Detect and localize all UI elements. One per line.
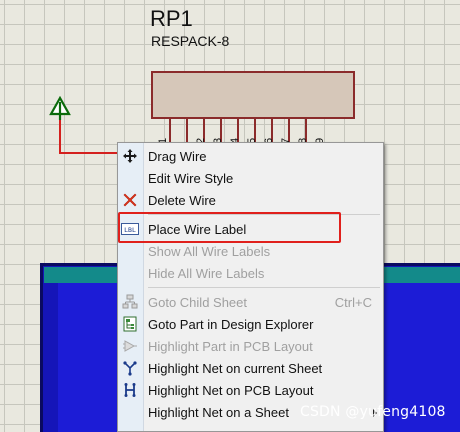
menu-item-show-all-wire-labels[interactable]: Show All Wire Labels	[118, 240, 383, 262]
menu-item-label: Delete Wire	[148, 193, 216, 208]
delete-x-icon	[121, 192, 139, 208]
menu-item-hide-all-wire-labels[interactable]: Hide All Wire Labels	[118, 262, 383, 284]
child-sheet-icon	[121, 294, 139, 310]
menu-item-label: Goto Child Sheet	[148, 295, 248, 310]
component-reference: RP1	[150, 6, 193, 31]
menu-item-label: Highlight Net on PCB Layout	[148, 383, 314, 398]
design-explorer-icon	[121, 316, 139, 332]
pcb-part-icon	[121, 338, 139, 354]
menu-item-label: Edit Wire Style	[148, 171, 234, 186]
menu-separator	[148, 287, 380, 288]
menu-item-label: Hide All Wire Labels	[148, 266, 265, 281]
menu-item-highlight-net-current-sheet[interactable]: Highlight Net on current Sheet	[118, 357, 383, 379]
pin-2-line[interactable]	[186, 119, 188, 143]
menu-item-shortcut: Ctrl+C	[334, 295, 372, 310]
menu-item-label: Goto Part in Design Explorer	[148, 317, 314, 332]
menu-item-label: Highlight Net on current Sheet	[148, 361, 323, 376]
net-pcb-icon	[121, 382, 139, 398]
power-terminal-icon[interactable]	[48, 96, 72, 120]
menu-item-label: Show All Wire Labels	[148, 244, 271, 259]
menu-item-highlight-net-pcb[interactable]: Highlight Net on PCB Layout	[118, 379, 383, 401]
pin-1-line[interactable]	[169, 119, 171, 143]
menu-item-delete-wire[interactable]: Delete Wire	[118, 189, 383, 211]
move-icon	[121, 148, 139, 164]
menu-item-edit-wire-style[interactable]: Edit Wire Style	[118, 167, 383, 189]
menu-item-label: Drag Wire	[148, 149, 207, 164]
menu-item-label: Highlight Net on a Sheet	[148, 405, 289, 420]
menu-item-label: Highlight Part in PCB Layout	[148, 339, 313, 354]
net-sheet-icon	[121, 360, 139, 376]
annotation-highlight-box	[118, 212, 341, 243]
menu-item-goto-part-design-explorer[interactable]: Goto Part in Design Explorer	[118, 313, 383, 335]
menu-item-drag-wire[interactable]: Drag Wire	[118, 145, 383, 167]
menu-item-goto-child-sheet[interactable]: Goto Child Sheet Ctrl+C	[118, 291, 383, 313]
wire-context-menu: Drag Wire Edit Wire Style Delete Wire LB…	[117, 142, 384, 432]
resistor-pack-body[interactable]	[151, 71, 355, 119]
component-value: RESPACK-8	[151, 33, 230, 49]
menu-item-highlight-part-pcb[interactable]: Highlight Part in PCB Layout	[118, 335, 383, 357]
schematic-canvas[interactable]: RP1 RESPACK-8 1 2 3 4 5 6 7 8 9 Drag Wir…	[0, 0, 460, 432]
watermark-text: CSDN @yufeng4108	[300, 404, 446, 420]
